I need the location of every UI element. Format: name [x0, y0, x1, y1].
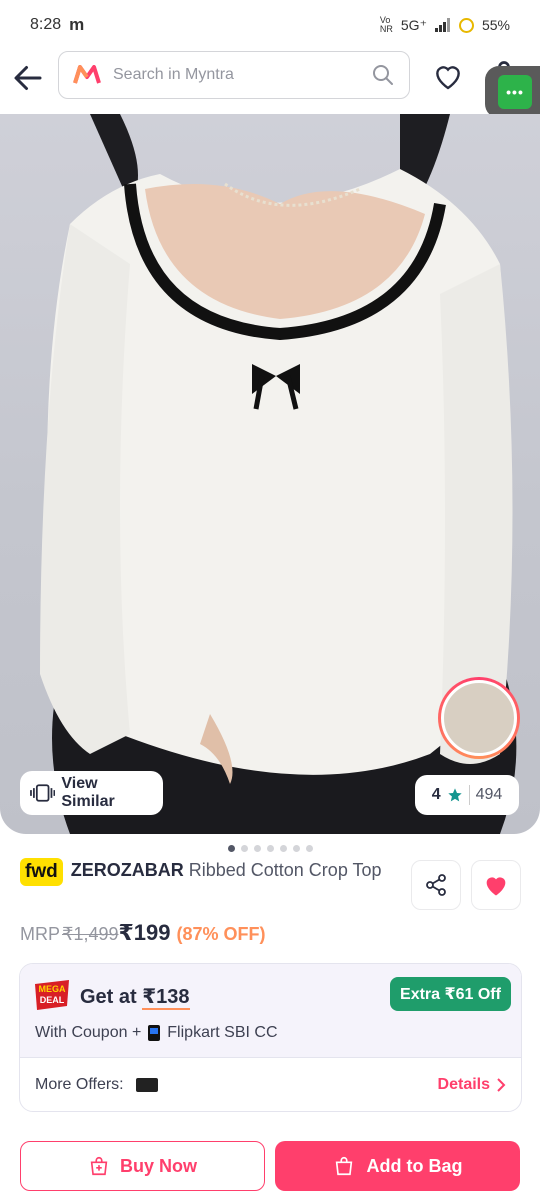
image-carousel-dots — [0, 845, 540, 852]
volte-icon: Vo NR — [379, 15, 393, 34]
get-at-value: ₹138 — [142, 986, 190, 1010]
wishlist-button[interactable] — [471, 860, 521, 910]
flipkart-card-icon — [148, 1025, 161, 1041]
search-bar[interactable]: Search in Myntra — [58, 51, 410, 99]
rating-chip[interactable]: 4 494 — [415, 775, 519, 815]
mrp-price: ₹1,499 — [62, 924, 119, 944]
search-icon[interactable] — [371, 63, 395, 87]
price-row: MRP ₹1,499 ₹199 (87% OFF) — [20, 920, 266, 946]
status-bar: 8:28 m Vo NR 5G⁺ 55% — [0, 0, 540, 50]
svg-text:MEGA: MEGA — [39, 984, 67, 994]
back-arrow-icon[interactable] — [10, 60, 46, 96]
view-similar-button[interactable]: View Similar — [20, 771, 163, 815]
carousel-dot — [279, 845, 287, 852]
rating-value: 4 — [431, 786, 441, 803]
buy-now-icon — [90, 1156, 108, 1176]
selling-price: ₹199 — [118, 920, 171, 945]
battery-label: 55% — [481, 17, 510, 33]
status-right: Vo NR 5G⁺ 55% — [380, 16, 510, 34]
buy-now-label: Buy Now — [119, 1155, 197, 1176]
carousel-dot — [240, 845, 248, 852]
mega-deal-icon: MEGADEAL — [35, 980, 69, 1010]
carrier-icon: m — [69, 15, 85, 34]
offers-card[interactable]: MEGA DEAL Get at ₹138 Extra ₹61 Off With … — [19, 963, 522, 1112]
get-at-label: Get at — [80, 986, 143, 1008]
bag-icon — [335, 1156, 352, 1176]
card-text: Flipkart SBI CC — [167, 1024, 278, 1041]
more-offers-row[interactable]: More Offers: Details — [20, 1058, 521, 1111]
mrp-label: MRP — [20, 924, 60, 944]
fwd-badge: fwd — [20, 858, 63, 886]
add-to-bag-button[interactable]: Add to Bag — [275, 1141, 520, 1191]
product-title: fwd ZEROZABAR Ribbed Cotton Crop Top — [20, 858, 400, 886]
signal-icon — [434, 18, 450, 32]
coupon-line: With Coupon + Flipkart SBI CC — [35, 1024, 278, 1042]
extra-off-badge: Extra ₹61 Off — [390, 977, 511, 1011]
carousel-dot — [266, 845, 274, 852]
status-time: 8:28 — [30, 16, 62, 33]
network-label: 5G⁺ — [400, 16, 427, 33]
rating-count: 494 — [475, 786, 503, 803]
discount-label: (87% OFF) — [176, 924, 266, 944]
carousel-dot — [305, 845, 313, 852]
get-at-price: Get at ₹138 — [80, 984, 190, 1010]
video-thumbnail-image — [441, 680, 517, 756]
details-label: Details — [437, 1076, 490, 1093]
buy-now-button[interactable]: Buy Now — [20, 1141, 265, 1191]
coupon-text: With Coupon + — [35, 1024, 142, 1041]
battery-icon — [458, 17, 474, 33]
view-similar-label: View Similar — [61, 775, 115, 810]
carousel-dot — [292, 845, 300, 852]
top-bar: Search in Myntra — [0, 50, 540, 112]
brand-name[interactable]: ZEROZABAR — [71, 860, 184, 880]
video-thumbnail[interactable] — [438, 677, 520, 759]
chevron-right-icon — [497, 1078, 506, 1092]
svg-text:DEAL: DEAL — [40, 995, 65, 1005]
rating-divider — [468, 785, 470, 805]
floating-chat-bubble[interactable]: ••• — [485, 66, 540, 118]
view-similar-icon — [30, 784, 56, 802]
carousel-dot — [227, 845, 235, 852]
product-name: Ribbed Cotton Crop Top — [188, 860, 382, 880]
more-dots-icon: ••• — [498, 75, 532, 109]
myntra-logo-icon — [73, 65, 101, 84]
share-button[interactable] — [411, 860, 461, 910]
details-link[interactable]: Details — [438, 1076, 506, 1094]
share-icon — [426, 874, 446, 896]
search-placeholder: Search in Myntra — [113, 66, 234, 83]
more-offers-label: More Offers: — [35, 1076, 124, 1093]
carousel-dot — [253, 845, 261, 852]
heart-filled-icon — [486, 877, 506, 896]
wishlist-heart-icon[interactable] — [432, 60, 464, 92]
bank-card-icon — [135, 1078, 158, 1092]
star-icon — [447, 788, 462, 802]
best-price-section: MEGA DEAL Get at ₹138 Extra ₹61 Off With … — [20, 964, 521, 1058]
add-to-bag-label: Add to Bag — [366, 1155, 463, 1176]
